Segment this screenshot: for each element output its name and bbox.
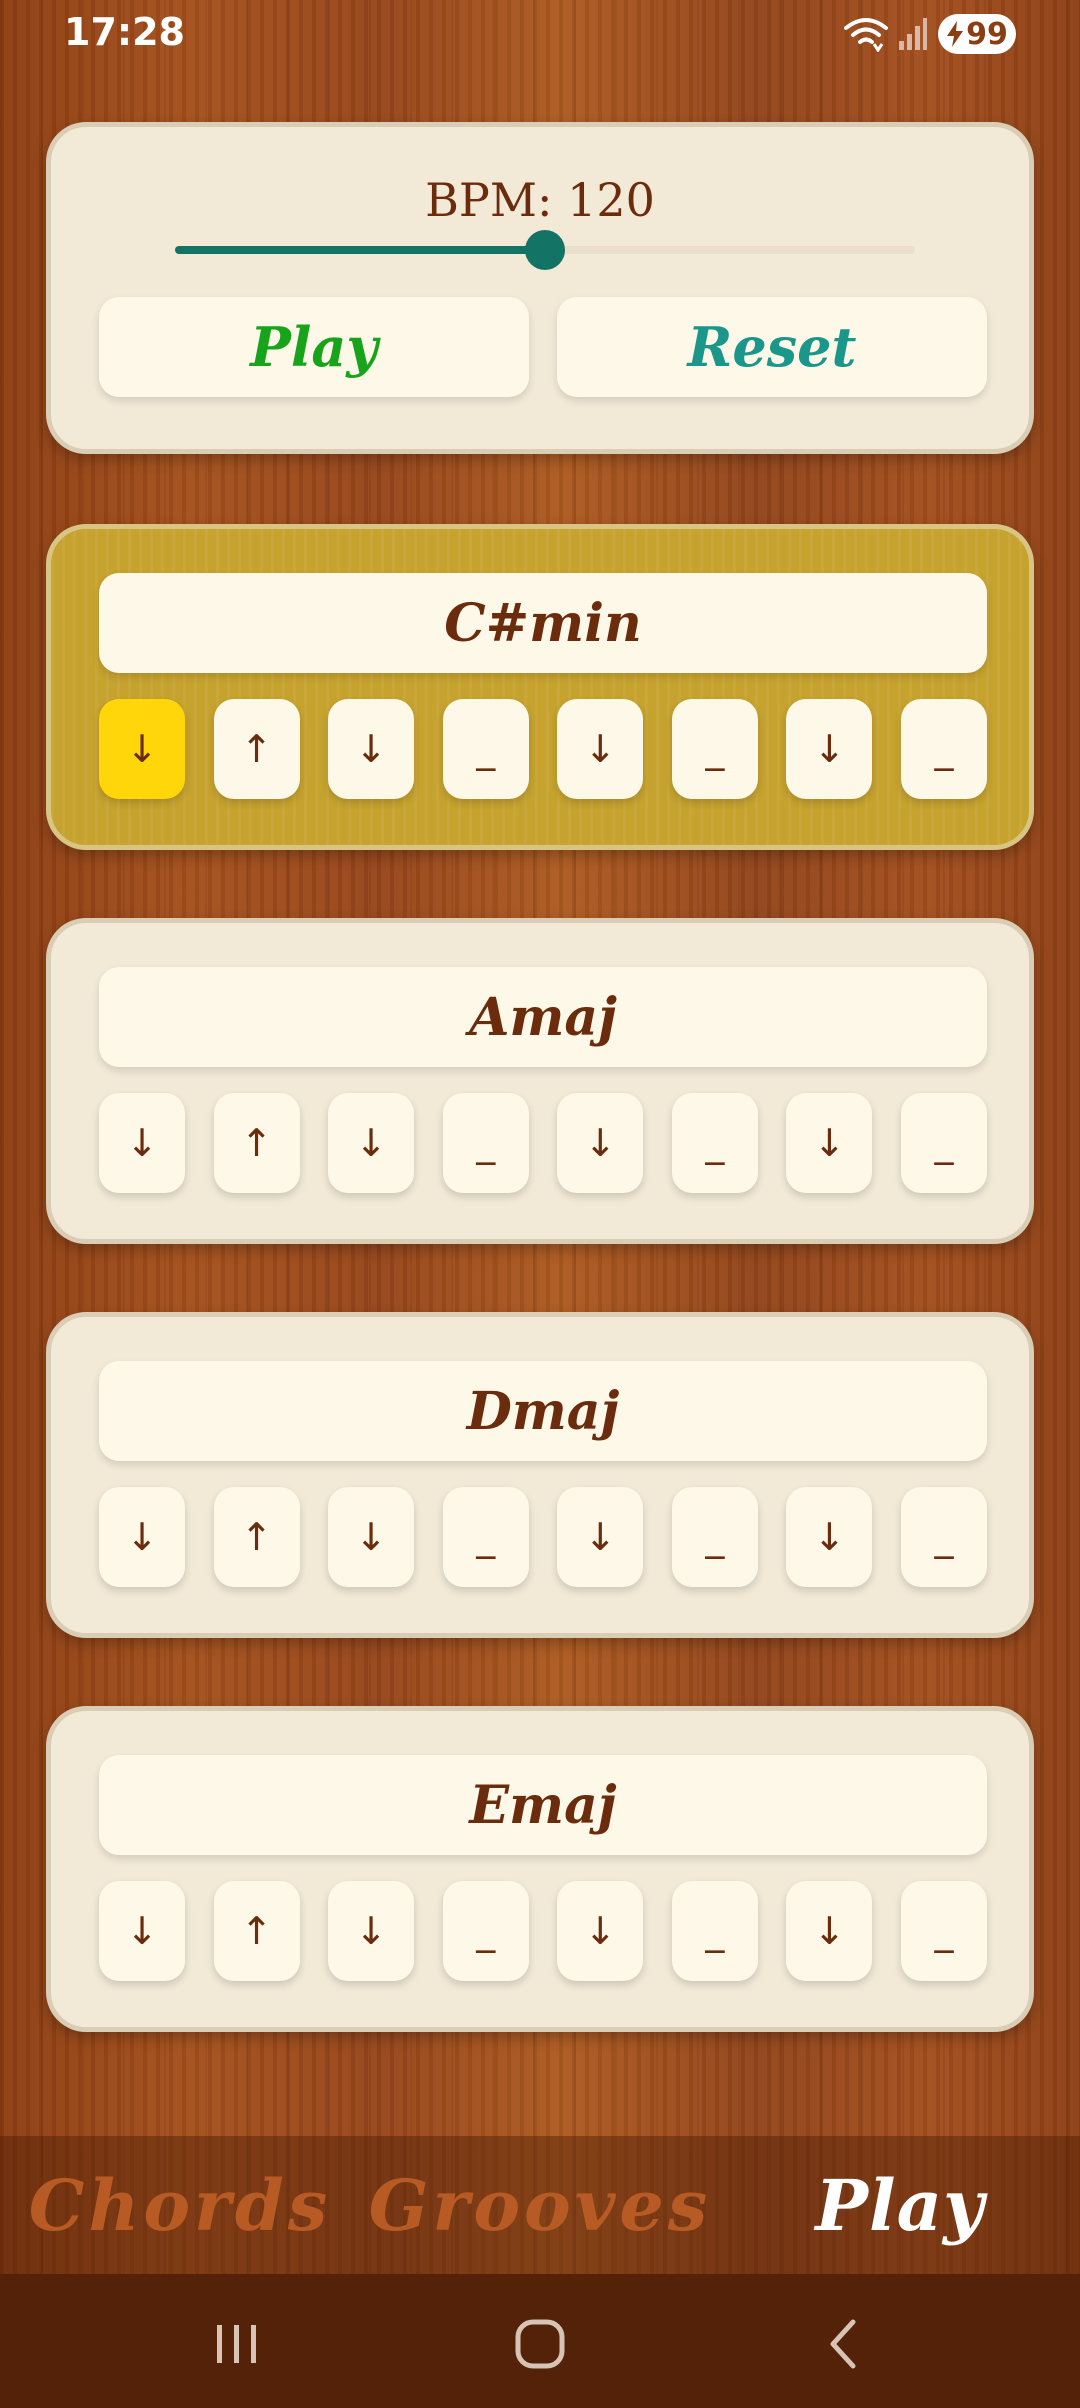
strum-cell[interactable]: ↓ <box>786 1093 873 1193</box>
strum-cell[interactable]: _ <box>901 699 987 799</box>
bolt-icon <box>946 21 964 47</box>
strum-cell[interactable]: ↓ <box>557 1093 644 1193</box>
recents-icon[interactable] <box>197 2304 277 2384</box>
chord-card-2[interactable]: Amaj ↓ ↑ ↓ _ ↓ _ ↓ _ <box>46 918 1034 1244</box>
system-nav-bar <box>0 2274 1080 2408</box>
chord-name[interactable]: Emaj <box>99 1755 987 1855</box>
chord-card-1[interactable]: C#min ↓ ↑ ↓ _ ↓ _ ↓ _ <box>46 524 1034 850</box>
slider-fill <box>175 246 545 254</box>
strum-cell[interactable]: _ <box>901 1881 987 1981</box>
home-icon[interactable] <box>500 2304 580 2384</box>
strum-cell[interactable]: ↓ <box>786 1881 873 1981</box>
chord-card-3[interactable]: Dmaj ↓ ↑ ↓ _ ↓ _ ↓ _ <box>46 1312 1034 1638</box>
strum-cell[interactable]: ↑ <box>213 1487 300 1587</box>
reset-button[interactable]: Reset <box>557 297 987 397</box>
strum-cell[interactable]: ↓ <box>99 1881 185 1981</box>
status-time: 17:28 <box>64 10 185 54</box>
strum-cell[interactable]: ↓ <box>99 1487 185 1587</box>
strum-cell[interactable]: ↓ <box>557 1881 644 1981</box>
tab-chords[interactable]: Chords <box>0 2136 360 2274</box>
strum-cell[interactable]: ↓ <box>557 699 644 799</box>
status-bar: 17:28 99 <box>0 0 1080 70</box>
strum-cell[interactable]: _ <box>442 699 529 799</box>
status-icons: 99 <box>844 14 1016 54</box>
strum-cell[interactable]: _ <box>901 1093 987 1193</box>
strum-cell[interactable]: ↓ <box>99 699 185 799</box>
battery-level: 99 <box>966 16 1008 52</box>
tempo-control-card: BPM: 120 Play Reset <box>46 122 1034 454</box>
strum-cell[interactable]: _ <box>901 1487 987 1587</box>
bpm-label: BPM: 120 <box>425 173 655 227</box>
strum-cell[interactable]: ↓ <box>786 1487 873 1587</box>
bottom-nav: Chords Grooves Play <box>0 2136 1080 2274</box>
battery-indicator: 99 <box>938 14 1016 54</box>
tab-grooves[interactable]: Grooves <box>360 2136 720 2274</box>
strum-cell[interactable]: ↓ <box>328 1881 415 1981</box>
slider-thumb[interactable] <box>525 230 565 270</box>
strum-cell[interactable]: ↓ <box>99 1093 185 1193</box>
strum-cell[interactable]: _ <box>671 699 758 799</box>
strum-cell[interactable]: ↓ <box>557 1487 644 1587</box>
strum-cell[interactable]: _ <box>671 1487 758 1587</box>
strum-cell[interactable]: ↓ <box>328 1487 415 1587</box>
strum-cell[interactable]: ↓ <box>786 699 873 799</box>
strum-cell[interactable]: ↑ <box>213 699 300 799</box>
strum-cell[interactable]: ↓ <box>328 699 415 799</box>
strum-cell[interactable]: _ <box>442 1881 529 1981</box>
strum-cell[interactable]: ↑ <box>213 1093 300 1193</box>
strum-cell[interactable]: _ <box>442 1093 529 1193</box>
bpm-slider[interactable] <box>175 230 915 270</box>
chord-card-4[interactable]: Emaj ↓ ↑ ↓ _ ↓ _ ↓ _ <box>46 1706 1034 2032</box>
tab-play[interactable]: Play <box>720 2136 1080 2274</box>
strum-cell[interactable]: _ <box>671 1881 758 1981</box>
chord-name[interactable]: Amaj <box>99 967 987 1067</box>
back-icon[interactable] <box>803 2304 883 2384</box>
signal-icon <box>898 17 928 51</box>
strum-cell[interactable]: _ <box>671 1093 758 1193</box>
play-button[interactable]: Play <box>99 297 529 397</box>
strum-cell[interactable]: _ <box>442 1487 529 1587</box>
wifi-icon <box>844 16 888 52</box>
strum-cell[interactable]: ↑ <box>213 1881 300 1981</box>
chord-name[interactable]: C#min <box>99 573 987 673</box>
strum-cell[interactable]: ↓ <box>328 1093 415 1193</box>
chord-name[interactable]: Dmaj <box>99 1361 987 1461</box>
